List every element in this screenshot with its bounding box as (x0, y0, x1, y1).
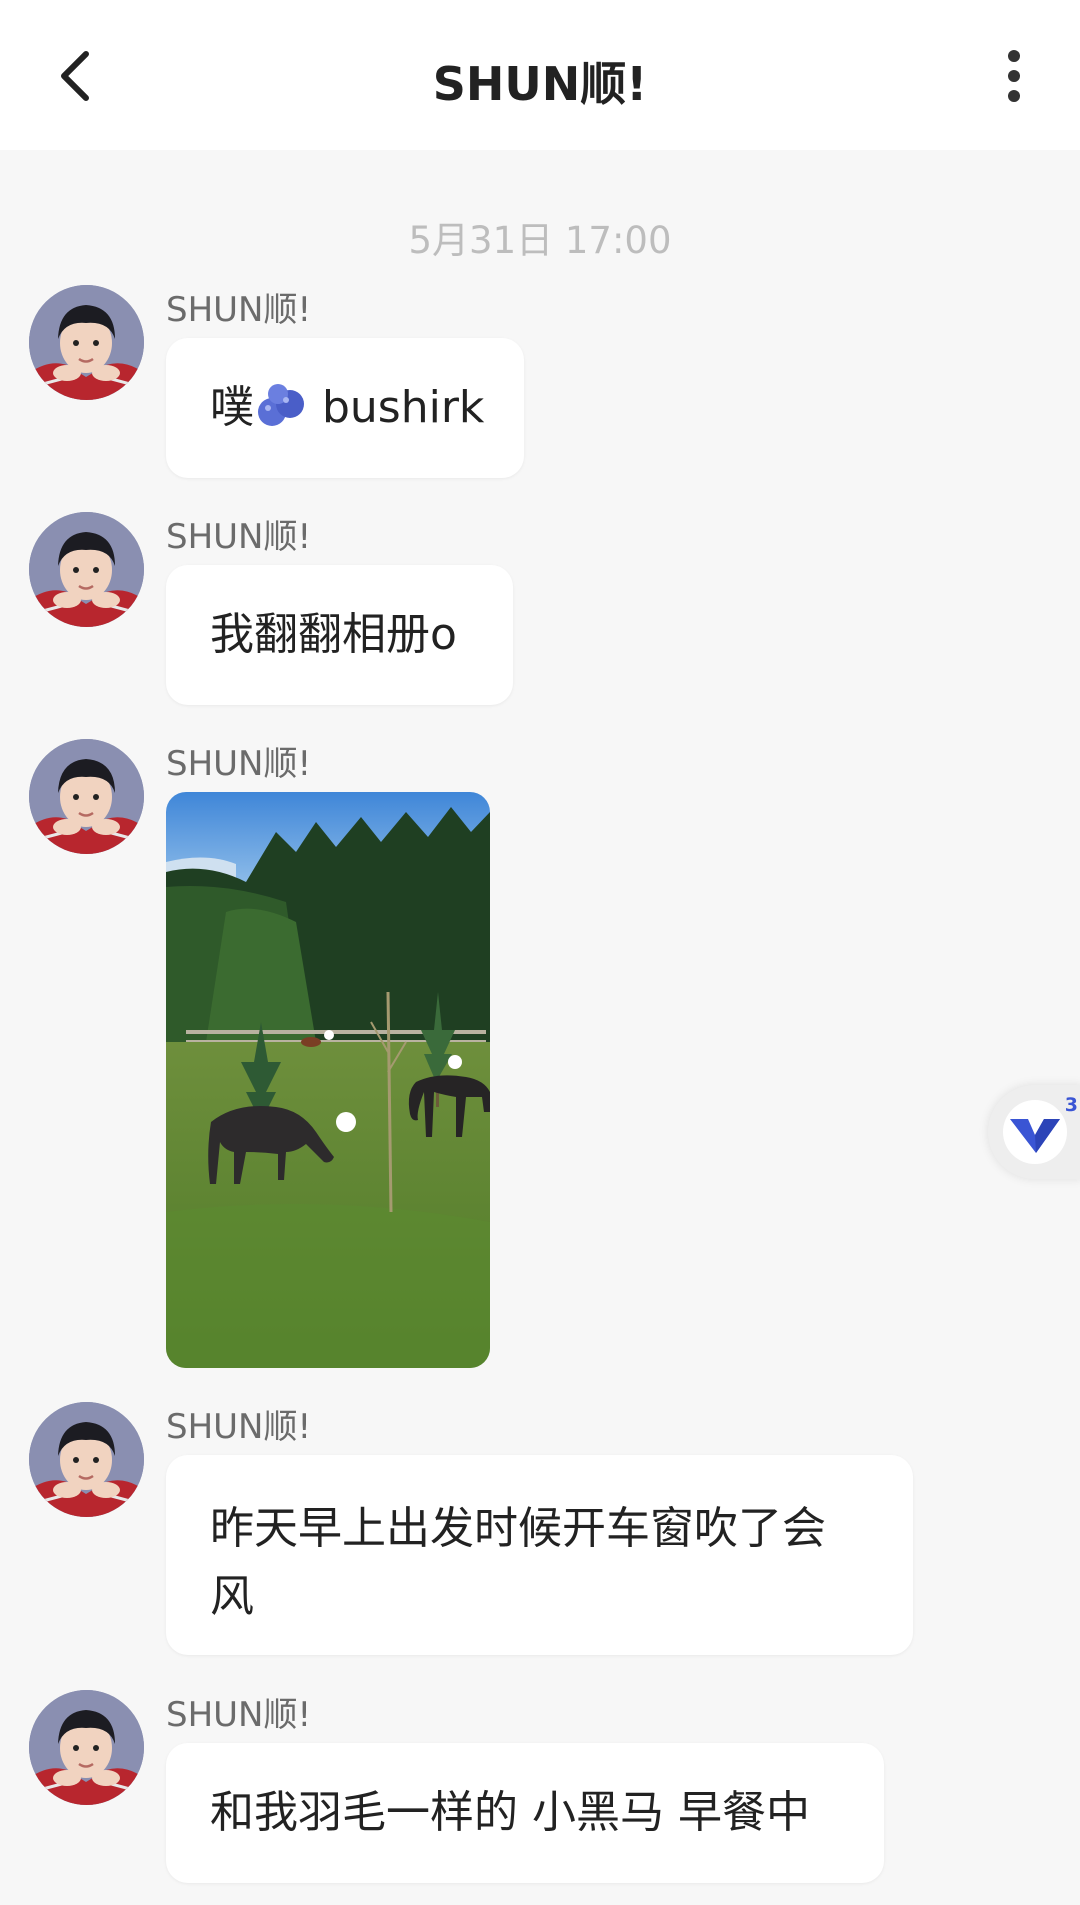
sender-avatar[interactable] (29, 285, 144, 400)
message-text-line: 昨天早上出发时候开车窗吹了会 (210, 1503, 826, 1554)
notification-count-badge: 3 (1064, 1094, 1078, 1116)
message-bubble[interactable]: 我翻翻相册o (166, 565, 513, 705)
more-options-button[interactable] (978, 40, 1050, 112)
sender-name: SHUN顺! (166, 517, 312, 557)
message-text: 噗 bushirk (210, 382, 485, 433)
message-text: 和我羽毛一样的 小黑马 早餐中 (210, 1787, 810, 1838)
message-bubble[interactable]: 昨天早上出发时候开车窗吹了会 风 (166, 1455, 913, 1655)
chat-timestamp: 5月31日 17:00 (408, 219, 672, 262)
sender-avatar[interactable] (29, 1402, 144, 1517)
message-text-line: 风 (210, 1571, 254, 1622)
sender-avatar[interactable] (29, 1690, 144, 1805)
sender-name: SHUN顺! (166, 1407, 312, 1447)
sender-name: SHUN顺! (166, 744, 312, 784)
sender-name: SHUN顺! (166, 290, 312, 330)
message-bubble[interactable]: 和我羽毛一样的 小黑马 早餐中 (166, 1743, 884, 1883)
page-title: SHUN顺! (432, 57, 648, 111)
horse-meadow-photo (166, 792, 490, 1368)
message-bubble[interactable]: 噗 bushirk (166, 338, 524, 478)
sender-name: SHUN顺! (166, 1695, 312, 1735)
sender-avatar[interactable] (29, 739, 144, 854)
blueberries-emoji-icon (258, 384, 304, 426)
top-bar: SHUN顺! (0, 0, 1080, 150)
message-text: 我翻翻相册o (210, 609, 457, 660)
sender-avatar[interactable] (29, 512, 144, 627)
vertical-ellipsis-icon (1008, 50, 1020, 102)
image-message[interactable] (166, 792, 490, 1368)
